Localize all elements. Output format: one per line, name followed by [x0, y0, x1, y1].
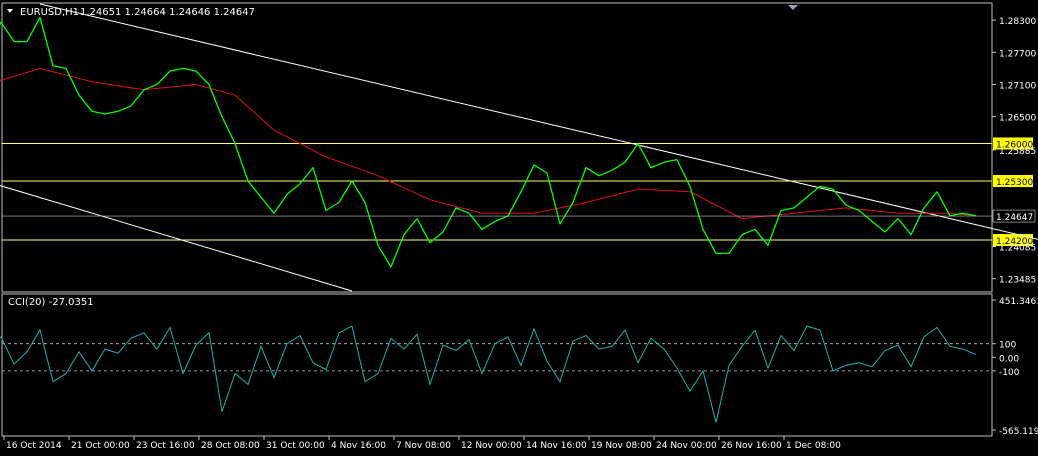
- symbol-label: EURUSD,H1: [20, 7, 79, 18]
- time-tick-label: 1 Dec 08:00: [786, 441, 841, 451]
- cci-tick-label: 100: [999, 341, 1016, 351]
- current-price-label: 1.24647: [996, 213, 1033, 223]
- price-tick-label: 1.27100: [999, 81, 1036, 91]
- price-tick-label: 1.26500: [999, 114, 1036, 124]
- price-tick-label: 1.23485: [999, 276, 1036, 286]
- price-tick-label: 1.24085: [999, 243, 1036, 253]
- time-tick-label: 19 Nov 08:00: [591, 441, 652, 451]
- level-badge-label: 1.25300: [996, 178, 1033, 188]
- time-tick-label: 16 Oct 2014: [6, 441, 62, 451]
- time-tick-label: 12 Nov 00:00: [461, 441, 522, 451]
- cci-tick-label: -100: [999, 368, 1020, 378]
- time-tick-label: 31 Oct 00:00: [266, 441, 325, 451]
- trading-chart-window: 1.260001.253001.24200 1.283001.277001.27…: [0, 0, 1038, 456]
- ohlc-label: 1.24651 1.24664 1.24646 1.24647: [80, 7, 255, 18]
- time-tick-label: 14 Nov 16:00: [526, 441, 587, 451]
- time-tick-label: 23 Oct 16:00: [136, 441, 195, 451]
- price-tick-label: 1.27700: [999, 49, 1036, 59]
- time-tick-label: 21 Oct 00:00: [71, 441, 130, 451]
- cci-tick-label: 0.00: [999, 354, 1019, 364]
- price-axis: 1.28300 1.27700 1.27100 1.26500 1.25885 1.240…: [992, 17, 1036, 286]
- cci-title: CCI(20) -27.0351: [8, 297, 94, 308]
- price-tick-label: 1.28300: [999, 17, 1036, 27]
- cci-tick-label: 451.3461: [999, 297, 1038, 307]
- chart-background: [0, 0, 1038, 456]
- time-tick-label: 26 Nov 16:00: [721, 441, 782, 451]
- time-tick-label: 28 Oct 08:00: [201, 441, 260, 451]
- time-tick-label: 4 Nov 16:00: [331, 441, 386, 451]
- cci-tick-label: -565.1197: [999, 427, 1038, 437]
- price-tick-label: 1.25885: [999, 147, 1036, 157]
- time-tick-label: 24 Nov 00:00: [656, 441, 717, 451]
- time-tick-label: 7 Nov 08:00: [396, 441, 451, 451]
